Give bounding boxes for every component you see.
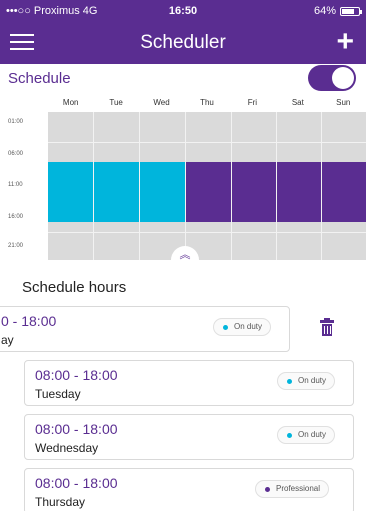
status-badge: On duty: [277, 372, 336, 390]
schedule-item[interactable]: 08:00 - 18:00 Wednesday On duty: [24, 414, 354, 460]
hour-label: 16:00: [8, 214, 24, 220]
schedule-item-swiped[interactable]: 0 - 18:00 ay On duty: [0, 306, 290, 352]
grid-line: [48, 232, 366, 233]
hour-label: 06:00: [8, 151, 24, 157]
delete-trash-icon[interactable]: [320, 318, 334, 336]
status-dot: [287, 379, 292, 384]
status-time: 16:50: [168, 5, 198, 17]
status-badge: On duty: [277, 426, 336, 444]
status-dot: [265, 487, 270, 492]
day-header: Tue: [109, 98, 123, 107]
day-header: Thu: [200, 98, 214, 107]
status-bar: •••○○ Proximus 4G 16:50 64%: [0, 0, 366, 22]
schedule-item-time: 08:00 - 18:00: [35, 475, 118, 491]
switch-knob: [332, 67, 354, 89]
grid-line: [276, 112, 277, 260]
schedule-item-day: Wednesday: [35, 441, 99, 455]
calendar-grid[interactable]: [48, 112, 366, 260]
battery-percent: 64%: [313, 5, 336, 17]
day-header: Sat: [291, 98, 304, 107]
hour-label: 21:00: [8, 243, 24, 249]
status-badge: On duty: [213, 318, 272, 336]
hour-labels: 01:00 06:00 11:00 16:00 21:00: [0, 112, 48, 260]
page-title: Scheduler: [140, 32, 226, 53]
schedule-toggle-label: Schedule: [8, 70, 71, 87]
schedule-block-on-duty[interactable]: [48, 162, 185, 222]
day-header: Fri: [247, 98, 258, 107]
schedule-hours-title: Schedule hours: [22, 279, 127, 296]
schedule-item-time: 08:00 - 18:00: [35, 421, 118, 437]
hour-label: 11:00: [8, 182, 23, 188]
schedule-item[interactable]: 08:00 - 18:00 Tuesday On duty: [24, 360, 354, 406]
grid-line: [93, 112, 94, 260]
hour-label: 01:00: [8, 119, 24, 125]
grid-line: [185, 112, 186, 260]
nav-bar: Scheduler +: [0, 22, 366, 64]
grid-line: [48, 142, 366, 143]
schedule-item-day: ay: [1, 333, 14, 347]
grid-line: [231, 112, 232, 260]
app-header: •••○○ Proximus 4G 16:50 64% Scheduler +: [0, 0, 366, 64]
week-calendar: Mon Tue Wed Thu Fri Sat Sun 01:00 06:00 …: [0, 96, 366, 272]
schedule-item-day: Tuesday: [35, 387, 81, 401]
grid-line: [321, 112, 322, 260]
schedule-item-time: 0 - 18:00: [1, 313, 57, 329]
grid-line: [139, 112, 140, 260]
battery-status: 64%: [313, 5, 362, 17]
plus-icon: +: [336, 25, 354, 58]
add-button[interactable]: +: [336, 27, 354, 57]
status-dot: [223, 325, 228, 330]
schedule-item-day: Thursday: [35, 495, 86, 509]
day-header: Mon: [62, 98, 79, 107]
status-dot: [287, 433, 292, 438]
status-badge: Professional: [255, 480, 330, 498]
day-header-row: Mon Tue Wed Thu Fri Sat Sun: [48, 98, 366, 112]
schedule-item-time: 08:00 - 18:00: [35, 367, 118, 383]
day-header: Sun: [336, 98, 351, 107]
day-header: Wed: [153, 98, 170, 107]
schedule-item[interactable]: 08:00 - 18:00 Thursday Professional: [24, 468, 354, 511]
schedule-toggle-row: Schedule: [0, 64, 366, 94]
schedule-switch[interactable]: [308, 65, 356, 91]
battery-icon: [340, 6, 362, 16]
